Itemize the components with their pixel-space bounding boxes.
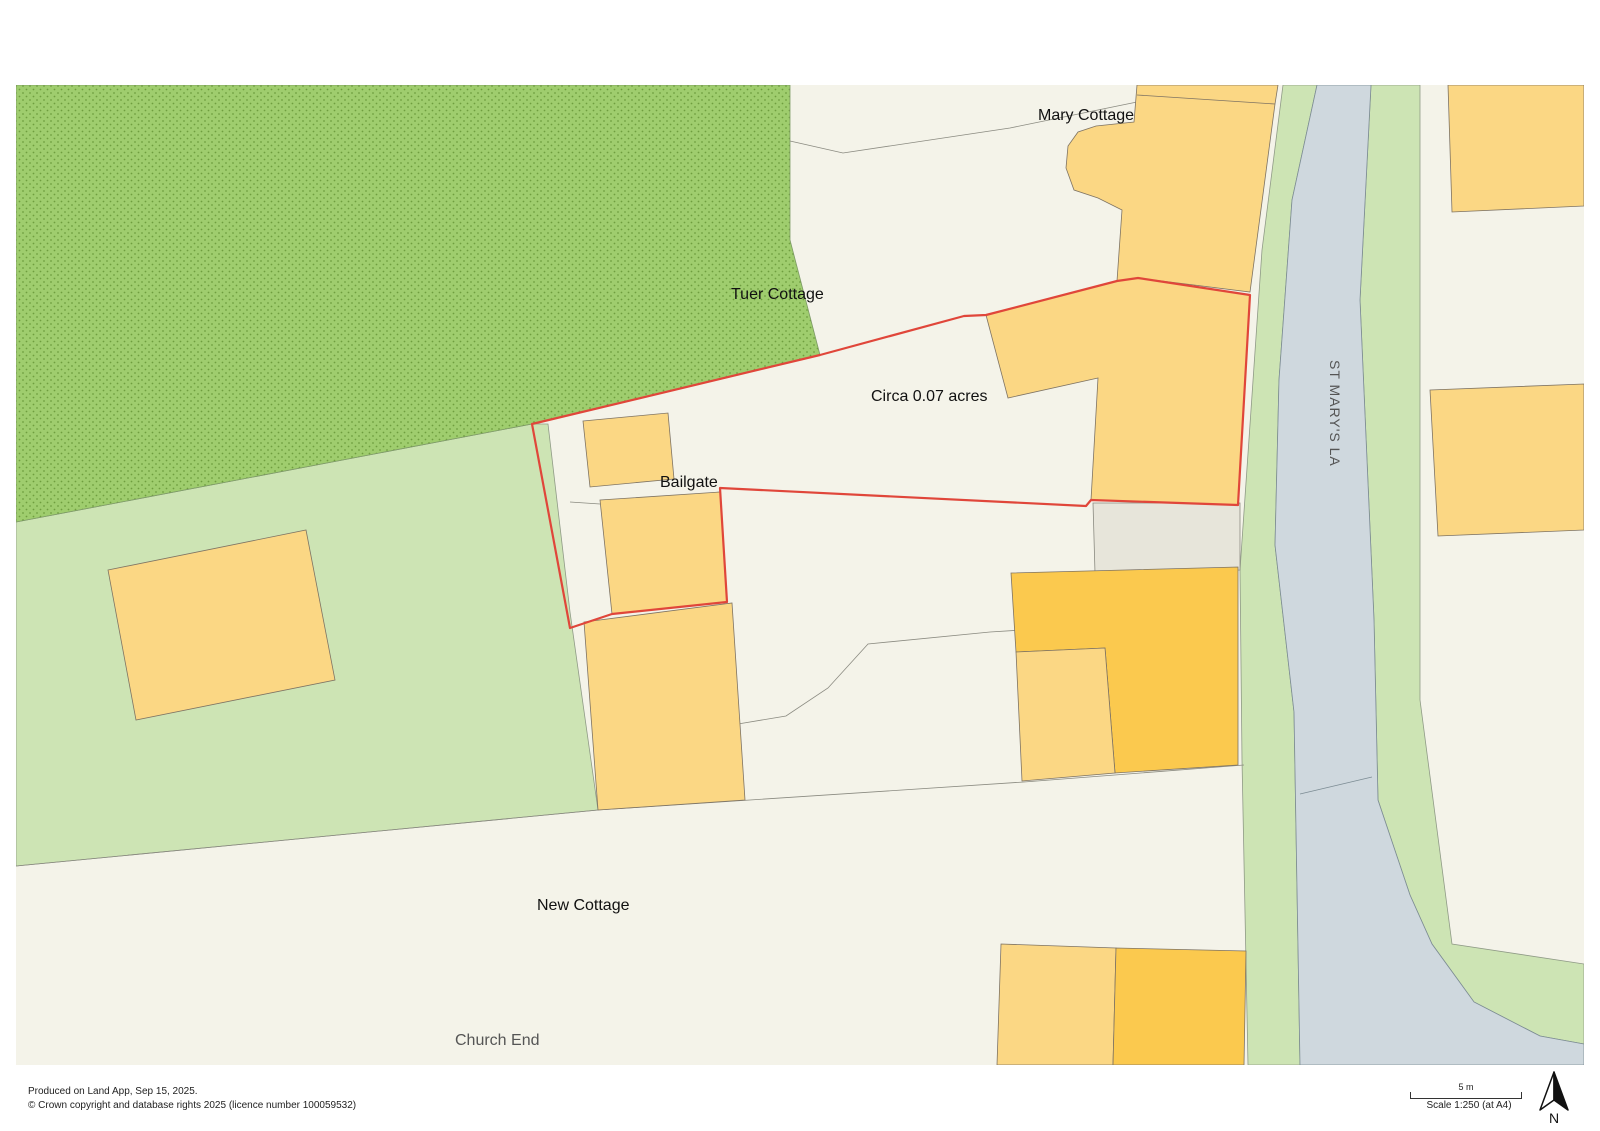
building-south-block: [583, 602, 746, 811]
building-light-east: [1015, 647, 1116, 782]
label-circa-acres: Circa 0.07 acres: [871, 388, 988, 405]
label-new-cottage: New Cottage: [537, 897, 630, 914]
building-south-dark: [1112, 947, 1247, 1065]
footer-produced: Produced on Land App, Sep 15, 2025.: [28, 1086, 198, 1097]
building-east-upper: [1447, 85, 1584, 213]
north-label: N: [1549, 1110, 1559, 1125]
label-bailgate: Bailgate: [660, 474, 718, 491]
label-church-end: Church End: [455, 1032, 540, 1049]
scale-ratio-label: Scale 1:250 (at A4): [1426, 1100, 1512, 1111]
scale-distance-label: 5 m: [1458, 1082, 1474, 1092]
north-arrow-icon: N: [1536, 1070, 1572, 1126]
label-mary-cottage: Mary Cottage: [1038, 107, 1134, 124]
yard-area: [1092, 502, 1241, 574]
map-canvas[interactable]: Mary Cottage Tuer Cottage Circa 0.07 acr…: [16, 85, 1584, 1065]
map-frame[interactable]: Mary Cottage Tuer Cottage Circa 0.07 acr…: [16, 85, 1584, 1065]
building-south-light: [996, 943, 1117, 1065]
label-road-name: ST MARY'S LA: [1327, 360, 1343, 467]
label-tuer-cottage: Tuer Cottage: [731, 286, 824, 303]
scale-bar-line: [1410, 1092, 1522, 1099]
building-east-middle: [1429, 383, 1584, 537]
building-bailgate-annex: [599, 491, 728, 615]
footer-copyright: © Crown copyright and database rights 20…: [28, 1100, 357, 1111]
